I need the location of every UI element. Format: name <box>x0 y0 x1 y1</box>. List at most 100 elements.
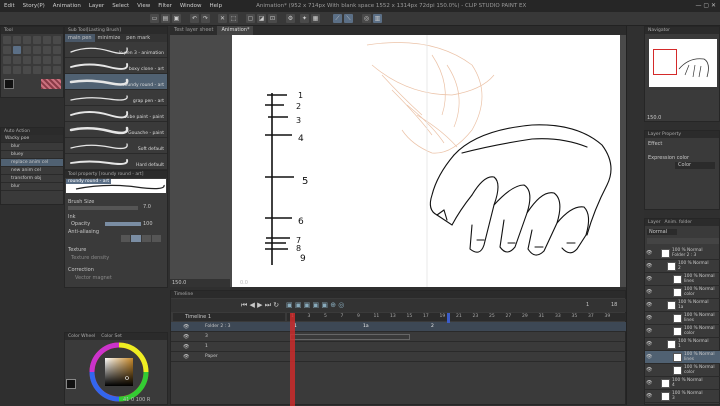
auto-action-item[interactable]: blur <box>1 183 63 191</box>
doc-tab-test-layer-sheet[interactable]: Test layer sheet <box>170 26 217 35</box>
transparent-color-swatch[interactable] <box>41 79 61 89</box>
tool-wand-icon[interactable] <box>53 36 61 44</box>
eye-icon[interactable]: 👁 <box>183 324 189 330</box>
tool-brush-icon[interactable] <box>33 46 41 54</box>
eye-icon[interactable]: 👁 <box>646 328 652 334</box>
brush-size-slider[interactable] <box>68 206 138 210</box>
playback-controls-icon[interactable]: ⏮ ◀ ▶ ⏭ ↻ <box>241 301 279 310</box>
tab-minimize[interactable]: minimize <box>95 34 124 42</box>
tab-pen-mark[interactable]: pen mark <box>123 34 153 42</box>
layer-opacity-slider[interactable] <box>647 238 719 244</box>
settings-icon[interactable]: ⚙ <box>286 14 295 23</box>
open-icon[interactable]: ▤ <box>161 14 170 23</box>
window-controls-icon[interactable]: — ▢ ✕ <box>695 2 716 9</box>
navigator-preview[interactable] <box>649 39 717 87</box>
auto-action-item[interactable]: bluey <box>1 151 63 159</box>
zoom-readout[interactable]: 150.0 <box>170 279 230 287</box>
layer-item[interactable]: 👁 100 % Normal 3 <box>645 390 720 403</box>
menu-view[interactable]: View <box>133 3 154 9</box>
brush-item[interactable]: Soft default <box>65 138 167 154</box>
anti-aliasing-buttons[interactable] <box>121 235 161 242</box>
tool-lasso-icon[interactable] <box>43 36 51 44</box>
brush-item[interactable]: roundy round - art <box>65 74 167 90</box>
doc-tab-animation[interactable]: Animation* <box>217 26 254 35</box>
eye-icon[interactable]: 👁 <box>646 263 652 269</box>
save-icon[interactable]: ▣ <box>172 14 181 23</box>
eye-icon[interactable]: 👁 <box>183 334 189 340</box>
color-wheel[interactable] <box>89 342 149 402</box>
tab-color-wheel[interactable]: Color Wheel <box>68 333 95 340</box>
rotation-readout[interactable]: 0.0 <box>240 279 270 287</box>
eye-icon[interactable]: 👁 <box>646 354 652 360</box>
cel-range-bar[interactable] <box>290 334 410 340</box>
layer-item[interactable]: 👁 100 % Normal 1a <box>645 299 720 312</box>
tool-gradient-icon[interactable] <box>23 56 31 64</box>
current-color-swatch[interactable] <box>66 379 76 389</box>
brush-item[interactable]: grap pen - art <box>65 90 167 106</box>
star-icon[interactable]: ✦ <box>300 14 309 23</box>
menu-edit[interactable]: Edit <box>0 3 19 9</box>
special-ruler-snap-icon[interactable]: ⟍ <box>344 14 353 23</box>
layer-item[interactable]: 👁 100 % Normal color <box>645 364 720 377</box>
tool-move-icon[interactable] <box>13 36 21 44</box>
opacity-slider[interactable] <box>105 222 141 226</box>
clear-icon[interactable]: ✕ <box>218 14 227 23</box>
playhead[interactable] <box>290 313 295 406</box>
tool-decor-icon[interactable] <box>13 66 21 74</box>
eye-icon[interactable]: 👁 <box>646 393 652 399</box>
brush-item[interactable]: Hard default <box>65 154 167 170</box>
eye-icon[interactable]: 👁 <box>646 302 652 308</box>
layer-item[interactable]: 👁 100 % Normal lines <box>645 312 720 325</box>
brush-item[interactable]: cube paint - paint <box>65 106 167 122</box>
layer-item[interactable]: 👁 100 % Normal lines <box>645 351 720 364</box>
new-file-icon[interactable]: ▭ <box>150 14 159 23</box>
eye-icon[interactable]: 👁 <box>646 315 652 321</box>
layer-item[interactable]: 👁 100 % Normal lines <box>645 273 720 286</box>
tool-figure-icon[interactable] <box>33 56 41 64</box>
brush-item[interactable]: le pen 3 - animation <box>65 42 167 58</box>
auto-action-item[interactable]: transform obj <box>1 175 63 183</box>
transform-icon[interactable]: ⬚ <box>229 14 238 23</box>
timeline-track[interactable]: 👁 Paper <box>171 352 627 362</box>
tool-text-icon[interactable] <box>43 56 51 64</box>
menu-animation[interactable]: Animation <box>49 3 85 9</box>
timeline-name[interactable]: Timeline 1 <box>173 313 285 321</box>
invert-icon[interactable]: ◪ <box>257 14 266 23</box>
eye-icon[interactable]: 👁 <box>183 344 189 350</box>
zoom-value[interactable]: 150.0 <box>172 280 186 286</box>
rotation-value[interactable]: 0.0 <box>240 280 248 286</box>
main-color-swatch[interactable] <box>4 79 14 89</box>
tool-pen-icon[interactable] <box>13 46 21 54</box>
tool-frame-icon[interactable] <box>23 66 31 74</box>
menu-select[interactable]: Select <box>108 3 133 9</box>
tool-ruler-icon[interactable] <box>53 56 61 64</box>
menu-layer[interactable]: Layer <box>85 3 108 9</box>
timeline-track[interactable]: 👁 Folder 2 : 3 1 1a 2 <box>171 322 627 332</box>
tab-layer[interactable]: Layer <box>648 219 661 226</box>
layer-item[interactable]: 👁 100 % Normal 4 <box>645 377 720 390</box>
tool-fill-icon[interactable] <box>13 56 21 64</box>
undo-icon[interactable]: ↶ <box>190 14 199 23</box>
cel-controls-icon[interactable]: ▣ ▣ ▣ ▣ ▣ ⊕ ◎ <box>286 301 344 309</box>
eye-icon[interactable]: 👁 <box>646 380 652 386</box>
light-table-icon[interactable]: ▥ <box>373 14 382 23</box>
auto-action-item[interactable]: blur <box>1 143 63 151</box>
crop-icon[interactable]: ⊡ <box>268 14 277 23</box>
eye-icon[interactable]: 👁 <box>646 341 652 347</box>
tab-main-pen[interactable]: main pen <box>65 34 95 42</box>
tab-anim-folder[interactable]: Anim. folder <box>665 219 693 226</box>
cel-label[interactable]: 1a <box>363 324 369 329</box>
eye-icon[interactable]: 👁 <box>183 354 189 360</box>
eye-icon[interactable]: 👁 <box>646 250 652 256</box>
tool-vector-icon[interactable] <box>43 66 51 74</box>
navigator-zoom[interactable]: 150.0 <box>647 115 661 121</box>
redo-icon[interactable]: ↷ <box>201 14 210 23</box>
layer-item[interactable]: 👁 100 % Normal 2 <box>645 260 720 273</box>
grid-icon[interactable]: ▦ <box>311 14 320 23</box>
eye-icon[interactable]: 👁 <box>646 367 652 373</box>
timeline-track[interactable]: 👁 1 <box>171 342 627 352</box>
tool-hand-icon[interactable] <box>33 36 41 44</box>
tool-pencil-icon[interactable] <box>23 46 31 54</box>
layer-item[interactable]: 👁 100 % Normal color <box>645 325 720 338</box>
tool-eyedrop-icon[interactable] <box>3 46 11 54</box>
